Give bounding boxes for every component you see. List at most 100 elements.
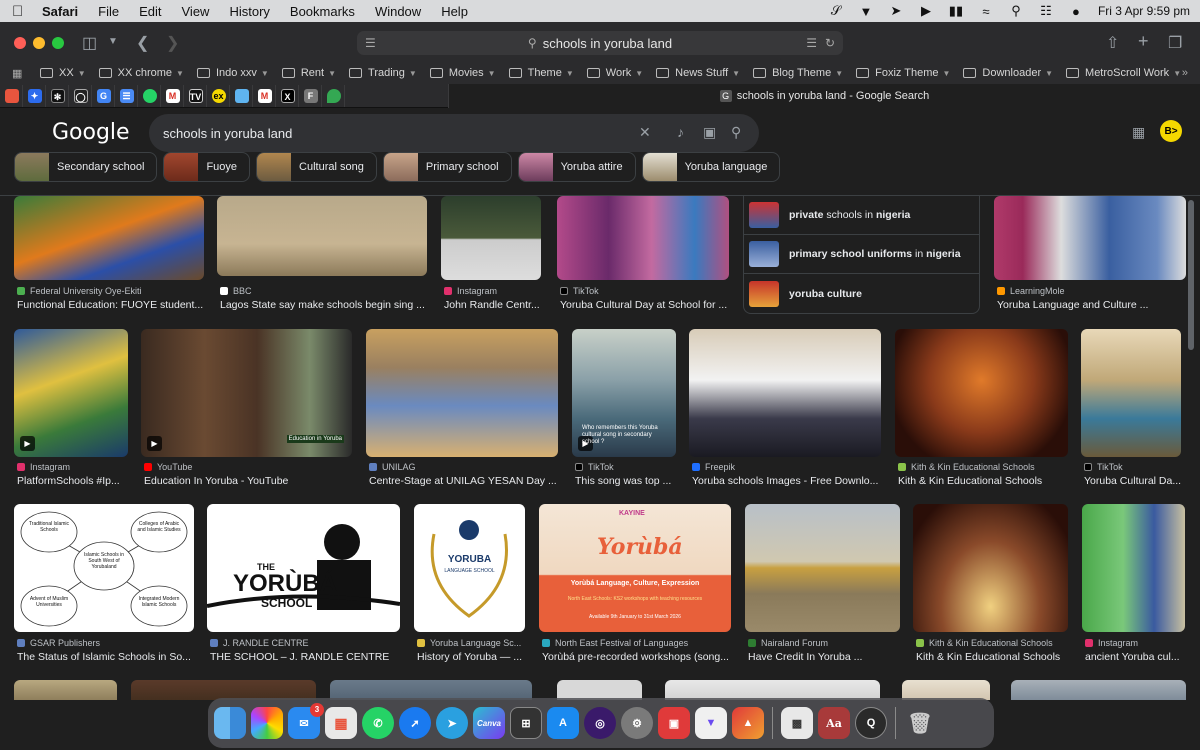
app-store-icon[interactable]: A [547, 707, 579, 739]
safari-icon[interactable]: ➚ [399, 707, 431, 739]
pinned-tab[interactable]: X [277, 85, 299, 107]
result-title[interactable]: THE SCHOOL – J. RANDLE CENTRE [210, 651, 403, 663]
result-thumbnail[interactable] [330, 680, 532, 700]
favorite-folder[interactable]: Trading ▼ [349, 67, 417, 79]
result-title[interactable]: Lagos State say make schools begin sing … [220, 299, 430, 311]
pinned-tab[interactable]: F [300, 85, 322, 107]
zoom-window-button[interactable] [52, 37, 64, 49]
result-thumbnail[interactable] [1082, 504, 1185, 632]
menu-app-name[interactable]: Safari [42, 4, 78, 19]
whatsapp-icon[interactable]: ✆ [362, 707, 394, 739]
result-thumbnail[interactable] [895, 329, 1068, 457]
google-logo[interactable]: Google [52, 120, 130, 145]
voice-search-icon[interactable]: ♪ [677, 124, 684, 140]
result-thumbnail[interactable]: YORUBA LANGUAGE SCHOOL [414, 504, 525, 632]
back-button[interactable]: ❮ [136, 33, 149, 53]
result-title[interactable]: History of Yoruba — ... [417, 651, 528, 663]
favorites-grid-icon[interactable]: ▦ [12, 67, 26, 80]
result-thumbnail[interactable]: Traditional Islamic Schools Islamic Scho… [14, 504, 194, 632]
pinned-tab[interactable] [1, 85, 23, 107]
chip-cultural-song[interactable]: Cultural song [256, 152, 377, 182]
result-title[interactable]: Functional Education: FUOYE student... [17, 299, 207, 311]
photos-icon[interactable] [251, 707, 283, 739]
translate-icon[interactable]: ☰ [806, 36, 817, 50]
reload-icon[interactable]: ↻ [825, 36, 835, 50]
vpn-icon[interactable]: ▼ [858, 4, 874, 19]
result-title[interactable]: Yoruba Cultural Da... [1084, 475, 1184, 487]
result-thumbnail[interactable]: ▶ Education in Yoruba [141, 329, 352, 457]
dictionary-icon[interactable]: Aa [818, 707, 850, 739]
clear-search-icon[interactable]: ✕ [639, 124, 651, 141]
pinned-tab[interactable]: M [162, 85, 184, 107]
pinned-tab[interactable] [231, 85, 253, 107]
result-thumbnail[interactable]: KAYINE Yorùbá Yorùbá Language, Culture, … [539, 504, 731, 632]
apple-menu-icon[interactable]:  [12, 3, 28, 20]
result-title[interactable]: Have Credit In Yoruba ... [748, 651, 903, 663]
trash-icon[interactable]: 🗑 [904, 707, 936, 739]
cleaner-icon[interactable]: ▲ [732, 707, 764, 739]
result-thumbnail[interactable] [902, 680, 990, 700]
result-title[interactable]: John Randle Centr... [444, 299, 544, 311]
menu-history[interactable]: History [229, 4, 269, 19]
pinned-tab[interactable] [323, 85, 345, 107]
result-thumbnail[interactable] [994, 196, 1186, 280]
pinned-tab[interactable]: G [93, 85, 115, 107]
result-thumbnail[interactable] [131, 680, 316, 700]
spotlight-search-icon[interactable]: ⚲ [1008, 3, 1024, 18]
menu-edit[interactable]: Edit [139, 4, 161, 19]
result-title[interactable]: PlatformSchools #Ip... [17, 475, 131, 487]
result-title[interactable]: Centre-Stage at UNILAG YESAN Day ... [369, 475, 561, 487]
menu-window[interactable]: Window [375, 4, 421, 19]
result-thumbnail[interactable]: THE YORÙBÁ SCHOOL [207, 504, 400, 632]
pinned-tab[interactable]: ☰ [116, 85, 138, 107]
favorite-folder[interactable]: Theme ▼ [508, 67, 574, 79]
favorite-folder[interactable]: Downloader ▼ [963, 67, 1053, 79]
play-status-icon[interactable]: ▶ [918, 3, 934, 18]
pinned-tab[interactable]: TV [185, 85, 207, 107]
related-search-item[interactable]: private schools in nigeria [744, 196, 979, 235]
preview-icon[interactable]: ▩ [781, 707, 813, 739]
active-tab[interactable]: G schools in yoruba land - Google Search [448, 84, 1200, 108]
result-title[interactable]: ancient Yoruba cul... [1085, 651, 1188, 663]
pinned-tab[interactable] [139, 85, 161, 107]
result-thumbnail[interactable] [441, 196, 541, 280]
chip-secondary-school[interactable]: Secondary school [14, 152, 158, 182]
search-icon[interactable]: ⚲ [731, 124, 741, 141]
favorite-folder[interactable]: News Stuff ▼ [656, 67, 740, 79]
script-icon[interactable]: 𝒮 [828, 3, 844, 18]
chip-yoruba-language[interactable]: Yoruba language [641, 152, 781, 182]
related-search-item[interactable]: yoruba culture [744, 274, 979, 313]
pinned-tab[interactable]: M [254, 85, 276, 107]
result-title[interactable]: The Status of Islamic Schools in So... [17, 651, 197, 663]
chip-primary-school[interactable]: Primary school [382, 152, 512, 182]
result-thumbnail[interactable] [217, 196, 427, 276]
google-apps-icon[interactable]: ▦ [1132, 124, 1145, 141]
favorite-folder[interactable]: MetroScroll Work ▼ [1066, 67, 1181, 79]
result-thumbnail[interactable] [1011, 680, 1186, 700]
search-input[interactable]: schools in yoruba land ✕ ♪ ▣ ⚲ [149, 114, 759, 152]
siri-icon[interactable]: ● [1068, 4, 1084, 19]
mail-icon[interactable]: ✉ 3 [288, 703, 324, 739]
chip-yoruba-attire[interactable]: Yoruba attire [517, 152, 636, 182]
result-title[interactable]: Kith & Kin Educational Schools [916, 651, 1071, 663]
result-thumbnail[interactable]: ▶ [14, 329, 128, 457]
telegram-status-icon[interactable]: ➤ [888, 3, 904, 18]
result-thumbnail[interactable] [14, 680, 117, 700]
result-thumbnail[interactable] [689, 329, 881, 457]
result-thumbnail[interactable] [745, 504, 900, 632]
menu-view[interactable]: View [182, 4, 210, 19]
favorite-folder[interactable]: Blog Theme ▼ [753, 67, 843, 79]
result-title[interactable]: Yoruba schools Images - Free Downlo... [692, 475, 884, 487]
favorite-folder[interactable]: Movies ▼ [429, 67, 496, 79]
favorite-folder[interactable]: XX chrome ▼ [98, 67, 184, 79]
page-menu-icon[interactable]: ☰ [365, 36, 376, 50]
result-thumbnail[interactable]: ▶ Who remembers this Yoruba cultural son… [572, 329, 676, 457]
result-title[interactable]: Education In Yoruba - YouTube [144, 475, 355, 487]
calculator-icon[interactable]: ⊞ [510, 707, 542, 739]
pinned-tab[interactable]: ex [208, 85, 230, 107]
favorite-folder[interactable]: Rent ▼ [281, 67, 336, 79]
menu-help[interactable]: Help [441, 4, 468, 19]
new-tab-icon[interactable]: + [1138, 31, 1149, 52]
result-thumbnail[interactable] [1081, 329, 1181, 457]
close-window-button[interactable] [14, 37, 26, 49]
